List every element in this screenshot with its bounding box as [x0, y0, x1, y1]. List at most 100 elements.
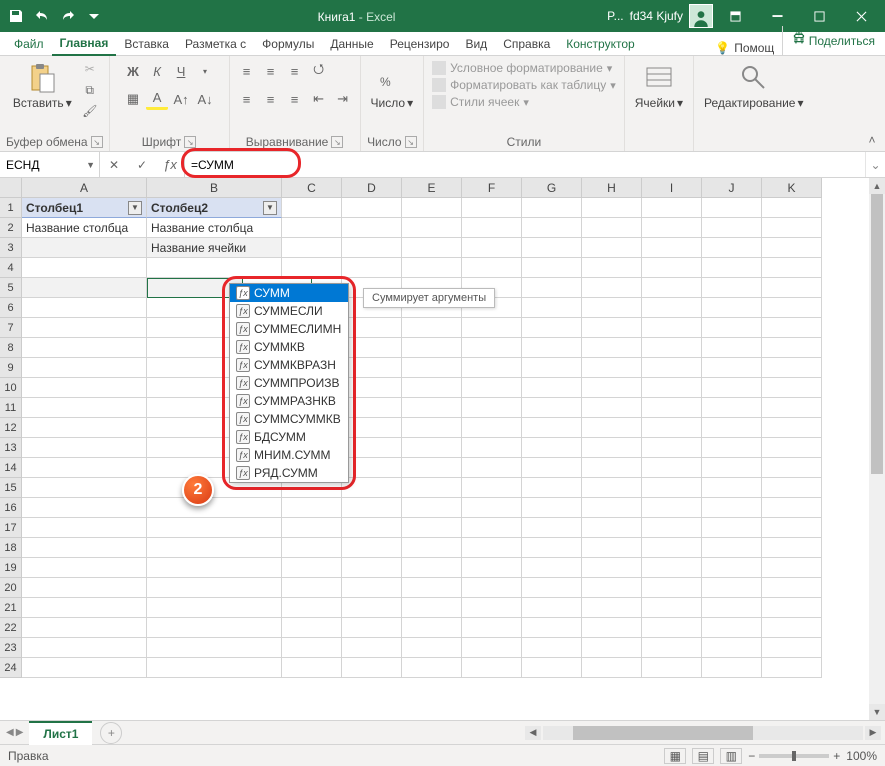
cell[interactable]	[702, 498, 762, 518]
align-mid-icon[interactable]: ≡	[260, 60, 282, 82]
cell[interactable]	[22, 558, 147, 578]
cell[interactable]	[462, 378, 522, 398]
column-header[interactable]: D	[342, 178, 402, 198]
cell[interactable]	[402, 498, 462, 518]
cell[interactable]	[342, 658, 402, 678]
scroll-up-icon[interactable]: ▲	[869, 178, 885, 194]
row-header[interactable]: 14	[0, 458, 22, 478]
cell[interactable]	[582, 278, 642, 298]
cell[interactable]	[522, 638, 582, 658]
cell[interactable]	[22, 378, 147, 398]
cell[interactable]	[762, 518, 822, 538]
cell[interactable]	[582, 478, 642, 498]
cell[interactable]	[642, 638, 702, 658]
tab-review[interactable]: Рецензиро	[382, 33, 458, 55]
cell[interactable]	[762, 618, 822, 638]
cell[interactable]	[462, 398, 522, 418]
cell[interactable]	[522, 238, 582, 258]
cell[interactable]	[522, 438, 582, 458]
cell[interactable]	[282, 198, 342, 218]
indent-dec-icon[interactable]: ⇤	[308, 88, 330, 110]
autocomplete-item[interactable]: ƒxРЯД.СУММ	[230, 464, 348, 482]
cell[interactable]	[642, 318, 702, 338]
filter-icon[interactable]: ▼	[263, 201, 277, 215]
column-header[interactable]: A	[22, 178, 147, 198]
cancel-formula-icon[interactable]: ✕	[100, 158, 128, 172]
cell[interactable]	[462, 618, 522, 638]
cell[interactable]	[522, 458, 582, 478]
cell[interactable]	[582, 578, 642, 598]
zoom-out-icon[interactable]: −	[748, 749, 755, 763]
row-header[interactable]: 18	[0, 538, 22, 558]
cell[interactable]	[582, 318, 642, 338]
cells-area[interactable]: Столбец1▼Столбец2▼Название столбцаНазван…	[22, 198, 869, 720]
cell[interactable]	[702, 278, 762, 298]
align-bot-icon[interactable]: ≡	[284, 60, 306, 82]
cell[interactable]: Столбец1▼	[22, 198, 147, 218]
cell[interactable]	[642, 378, 702, 398]
cell[interactable]	[402, 378, 462, 398]
cell[interactable]	[522, 398, 582, 418]
cell[interactable]	[702, 518, 762, 538]
tab-design[interactable]: Конструктор	[558, 33, 642, 55]
cell[interactable]	[762, 638, 822, 658]
cell[interactable]	[762, 218, 822, 238]
cell[interactable]	[282, 258, 342, 278]
cell[interactable]	[582, 458, 642, 478]
cell[interactable]	[22, 638, 147, 658]
row-header[interactable]: 7	[0, 318, 22, 338]
name-box-input[interactable]	[6, 158, 76, 172]
cell[interactable]	[702, 578, 762, 598]
tab-home[interactable]: Главная	[52, 32, 117, 56]
autocomplete-item[interactable]: ƒxСУММЕСЛИ	[230, 302, 348, 320]
cell[interactable]	[22, 538, 147, 558]
cell[interactable]	[702, 458, 762, 478]
cell[interactable]	[402, 338, 462, 358]
redo-icon[interactable]	[56, 4, 80, 28]
tab-file[interactable]: Файл	[6, 33, 52, 55]
cell[interactable]	[402, 318, 462, 338]
cell[interactable]	[462, 638, 522, 658]
cell[interactable]: Название столбца	[22, 218, 147, 238]
accept-formula-icon[interactable]: ✓	[128, 158, 156, 172]
cell[interactable]	[762, 298, 822, 318]
cell[interactable]	[462, 458, 522, 478]
cell[interactable]	[402, 258, 462, 278]
cell[interactable]	[462, 318, 522, 338]
format-painter-icon[interactable]: 🖌	[80, 102, 100, 120]
cell[interactable]	[402, 518, 462, 538]
font-grow-icon[interactable]: A↑	[170, 88, 192, 110]
cell[interactable]	[762, 478, 822, 498]
cell[interactable]	[702, 438, 762, 458]
sheet-tab[interactable]: Лист1	[29, 721, 92, 745]
row-header[interactable]: 10	[0, 378, 22, 398]
italic-button[interactable]: К	[146, 60, 168, 82]
cell[interactable]	[642, 658, 702, 678]
cell[interactable]	[22, 458, 147, 478]
cell[interactable]	[462, 218, 522, 238]
cell[interactable]	[522, 378, 582, 398]
cell[interactable]	[762, 578, 822, 598]
format-table-button[interactable]: Форматировать как таблицу ▾	[430, 77, 618, 93]
column-header[interactable]: F	[462, 178, 522, 198]
row-header[interactable]: 11	[0, 398, 22, 418]
cell[interactable]	[402, 218, 462, 238]
cell[interactable]	[522, 478, 582, 498]
scroll-down-icon[interactable]: ▼	[869, 704, 885, 720]
row-header[interactable]: 21	[0, 598, 22, 618]
cell[interactable]	[462, 558, 522, 578]
tab-view[interactable]: Вид	[457, 33, 495, 55]
scroll-thumb[interactable]	[573, 726, 753, 740]
chevron-down-icon[interactable]: ▼	[86, 160, 95, 170]
name-box[interactable]: ▼	[0, 152, 100, 177]
cell[interactable]	[402, 658, 462, 678]
row-header[interactable]: 23	[0, 638, 22, 658]
cell[interactable]	[702, 298, 762, 318]
cell[interactable]	[522, 578, 582, 598]
cell[interactable]	[522, 338, 582, 358]
formula-input[interactable]	[191, 158, 859, 172]
cell[interactable]	[522, 538, 582, 558]
cell[interactable]	[642, 238, 702, 258]
editing-button[interactable]: Редактирование ▾	[700, 60, 807, 112]
cell[interactable]	[582, 618, 642, 638]
